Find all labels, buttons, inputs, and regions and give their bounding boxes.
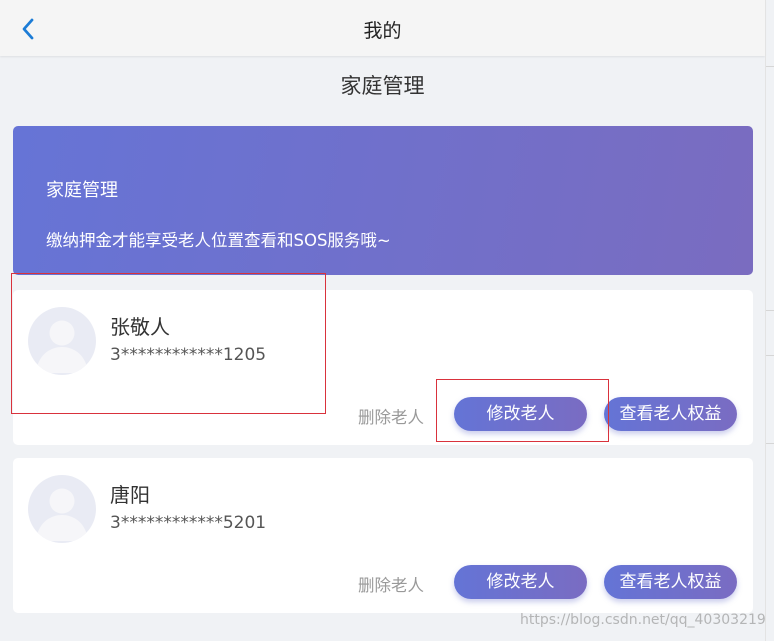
edge-tick [766, 310, 774, 311]
edge-tick [766, 443, 774, 444]
window-edge [765, 0, 766, 641]
member-card: 唐阳 3************5201 删除老人 修改老人 查看老人权益 [13, 458, 753, 613]
highlight-box [436, 379, 609, 442]
member-name: 唐阳 [110, 483, 150, 507]
edge-tick [766, 66, 774, 67]
view-elder-rights-button[interactable]: 查看老人权益 [604, 565, 737, 599]
banner-title: 家庭管理 [46, 180, 118, 201]
user-avatar-icon [36, 488, 88, 541]
delete-elder-link[interactable]: 删除老人 [358, 404, 424, 428]
edge-tick [766, 355, 774, 356]
view-elder-rights-button[interactable]: 查看老人权益 [604, 397, 737, 431]
top-nav-bar: 我的 [0, 0, 765, 56]
avatar [28, 475, 96, 543]
highlight-box [11, 273, 326, 414]
page-title: 家庭管理 [340, 74, 425, 98]
delete-elder-link[interactable]: 删除老人 [358, 572, 424, 596]
banner-subtitle: 缴纳押金才能享受老人位置查看和SOS服务哦~ [46, 231, 391, 250]
nav-title: 我的 [363, 20, 402, 42]
screen: 我的 家庭管理 家庭管理 缴纳押金才能享受老人位置查看和SOS服务哦~ 张敬人 … [0, 0, 774, 641]
member-phone: 3************5201 [110, 513, 267, 533]
edit-elder-button[interactable]: 修改老人 [454, 565, 587, 599]
watermark: https://blog.csdn.net/qq_40303219 [520, 612, 766, 628]
family-banner: 家庭管理 缴纳押金才能享受老人位置查看和SOS服务哦~ [13, 126, 753, 275]
